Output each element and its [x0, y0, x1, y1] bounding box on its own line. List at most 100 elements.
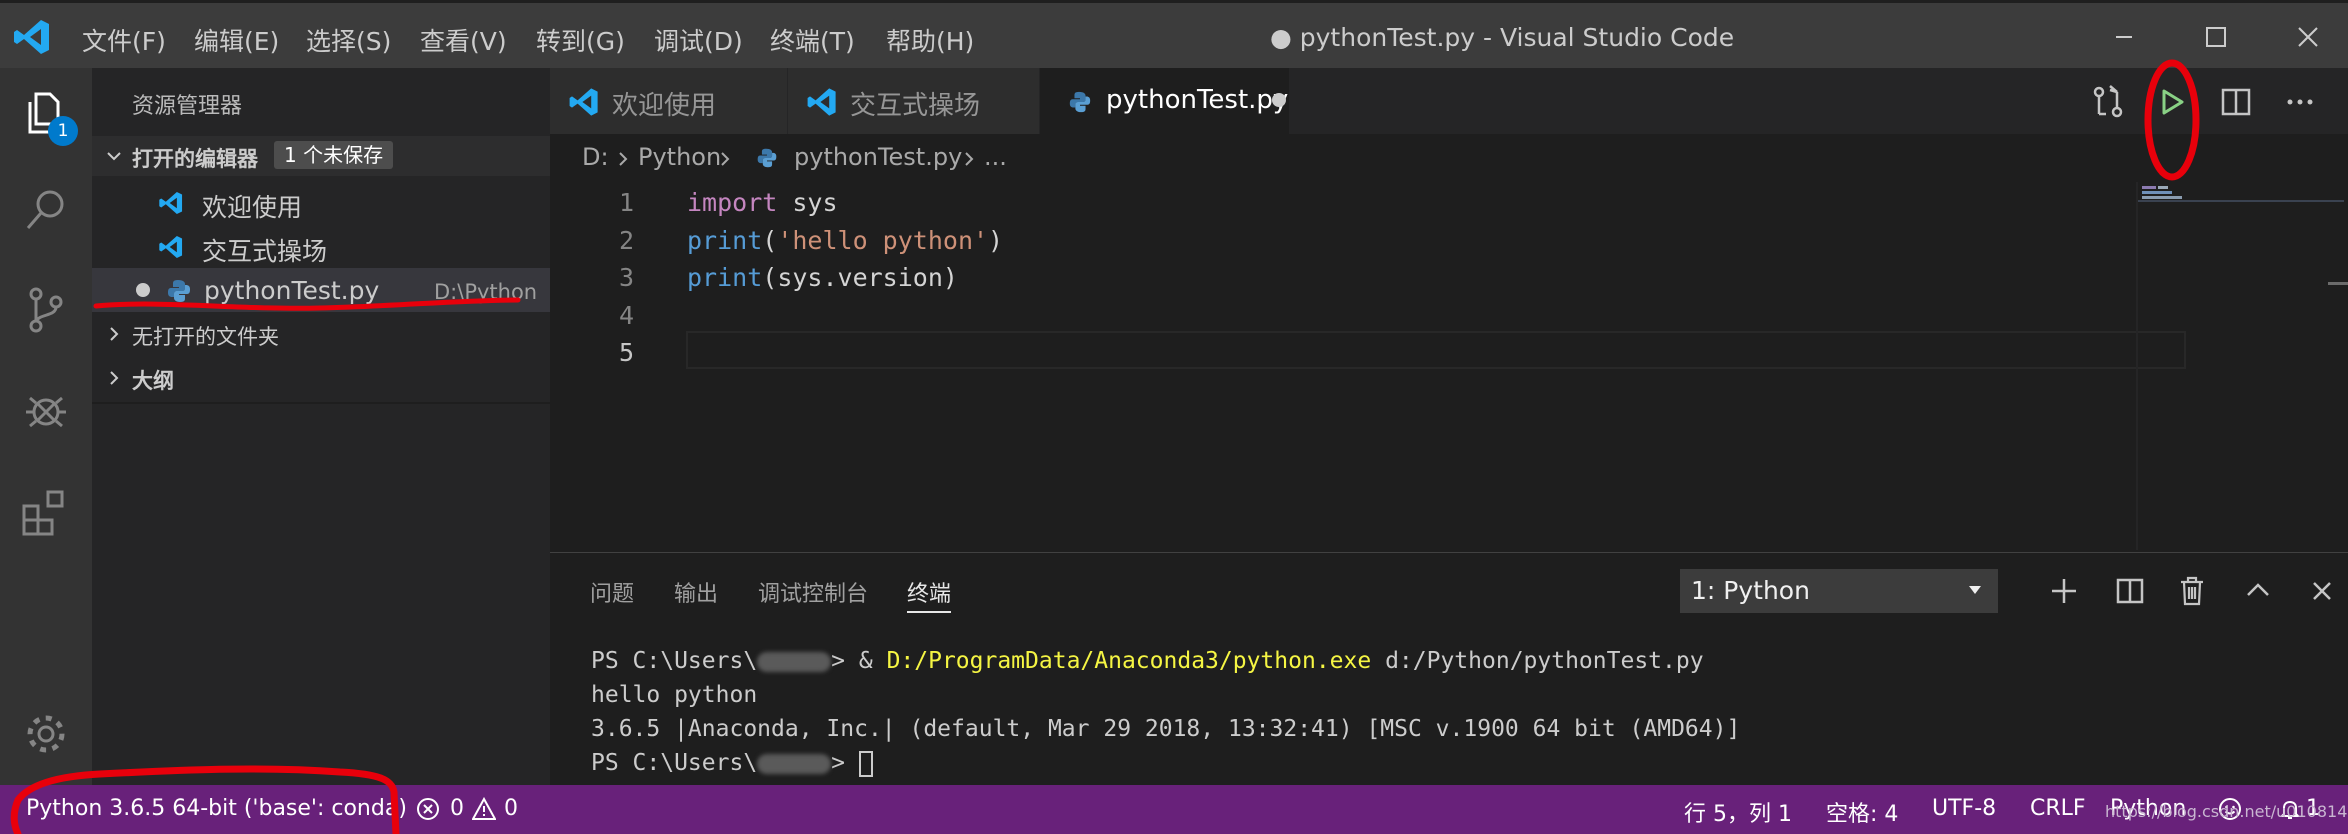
file-name: 交互式操场 — [202, 237, 328, 266]
split-terminal-icon[interactable] — [2110, 571, 2150, 611]
tab-playground[interactable]: 交互式操场 — [788, 68, 1040, 134]
terminal-text: > & — [831, 648, 887, 674]
error-count[interactable]: 0 — [450, 796, 464, 821]
extensions-icon[interactable] — [20, 486, 72, 538]
tab-pythontest[interactable]: pythonTest.py — [1040, 68, 1290, 134]
breadcrumb-folder[interactable]: Python — [638, 143, 721, 171]
open-editors-label: 打开的编辑器 — [132, 147, 258, 171]
terminal-text: PS C:\Users\ — [591, 750, 758, 776]
terminal-text: d:/Python/pythonTest.py — [1371, 648, 1704, 674]
breadcrumb-drive[interactable]: D: — [582, 143, 609, 171]
new-terminal-icon[interactable] — [2044, 571, 2084, 611]
tab-problems[interactable]: 问题 — [590, 576, 634, 608]
run-python-icon[interactable] — [2154, 84, 2190, 120]
title-bar: 文件(F) 编辑(E) 选择(S) 查看(V) 转到(G) 调试(D) 终端(T… — [0, 0, 2348, 68]
menu-file[interactable]: 文件(F) — [82, 22, 166, 58]
open-changes-icon[interactable] — [2090, 84, 2126, 120]
vscode-icon — [159, 191, 183, 215]
debug-icon[interactable] — [20, 384, 72, 436]
explorer-badge: 1 — [48, 116, 78, 146]
python-icon — [757, 148, 777, 168]
dirty-indicator[interactable] — [1272, 93, 1286, 107]
vscode-icon — [807, 88, 836, 116]
terminal-select[interactable]: 1: Python — [1680, 569, 1998, 613]
line-number: 4 — [618, 300, 634, 330]
open-editor-pythontest[interactable]: pythonTest.py D:\Python — [92, 268, 550, 312]
menu-debug[interactable]: 调试(D) — [654, 22, 743, 58]
file-path: D:\Python — [434, 280, 538, 304]
indentation[interactable]: 空格: 4 — [1826, 796, 1898, 828]
error-icon[interactable] — [416, 797, 440, 821]
open-editors-header[interactable]: 打开的编辑器 1 个未保存 — [92, 136, 550, 176]
code-editor[interactable]: 1 import sys 2 print('hello python') 3 print(… — [550, 182, 2348, 550]
terminal-text: > — [831, 750, 859, 776]
code-line[interactable]: import sys — [687, 188, 838, 217]
file-name: pythonTest.py — [204, 276, 380, 305]
chevron-right-icon — [110, 327, 119, 341]
window-title: ● pythonTest.py - Visual Studio Code — [1270, 23, 1735, 52]
active-tab-indicator — [907, 611, 951, 613]
menu-go[interactable]: 转到(G) — [536, 22, 625, 58]
watermark-url: https://blog.csdn.net/u010814101 — [2105, 802, 2348, 821]
code-line[interactable]: print(sys.version) — [687, 263, 958, 292]
search-icon[interactable] — [20, 184, 72, 236]
line-number: 3 — [618, 263, 634, 292]
sidebar-title: 资源管理器 — [132, 94, 243, 119]
open-editor-playground[interactable]: 交互式操场 — [92, 224, 550, 268]
encoding[interactable]: UTF-8 — [1932, 796, 1996, 821]
terminal-line: PS C:\Users\ > — [591, 750, 873, 777]
menu-terminal[interactable]: 终端(T) — [770, 22, 855, 58]
line-endings[interactable]: CRLF — [2030, 796, 2086, 821]
breadcrumb-symbol[interactable]: ... — [984, 143, 1007, 171]
vscode-icon — [569, 88, 598, 116]
tab-label: 欢迎使用 — [612, 91, 717, 121]
source-control-icon[interactable] — [20, 284, 72, 336]
dirty-indicator — [136, 283, 150, 297]
code-line[interactable]: print('hello python') — [687, 226, 1003, 255]
menu-edit[interactable]: 编辑(E) — [194, 22, 279, 58]
code-token: ) — [988, 225, 1004, 255]
python-interpreter[interactable]: Python 3.6.5 64-bit ('base': conda) — [26, 796, 407, 821]
breadcrumb: D: Python pythonTest.py ... — [550, 134, 2348, 182]
vscode-icon — [159, 235, 183, 259]
kill-terminal-icon[interactable] — [2172, 571, 2212, 611]
maximize-icon[interactable] — [2186, 17, 2246, 57]
minimize-icon[interactable] — [2094, 17, 2154, 57]
split-editor-icon[interactable] — [2218, 84, 2254, 120]
close-icon[interactable] — [2278, 17, 2338, 57]
menu-selection[interactable]: 选择(S) — [306, 22, 391, 58]
gear-icon[interactable] — [20, 708, 72, 760]
minimap[interactable] — [2136, 182, 2348, 550]
terminal-line: PS C:\Users\ > & D:/ProgramData/Anaconda3… — [591, 648, 1704, 674]
warning-icon[interactable] — [472, 797, 496, 821]
open-editor-welcome[interactable]: 欢迎使用 — [92, 180, 550, 224]
maximize-panel-icon[interactable] — [2238, 571, 2278, 611]
menu-help[interactable]: 帮助(H) — [886, 22, 974, 58]
close-panel-icon[interactable] — [2302, 571, 2342, 611]
file-name: 欢迎使用 — [202, 193, 303, 222]
code-token: print — [687, 263, 763, 292]
menu-view[interactable]: 查看(V) — [420, 22, 507, 58]
terminal-text: PS C:\Users\ — [591, 648, 758, 674]
breadcrumb-file[interactable]: pythonTest.py — [794, 143, 962, 171]
chevron-right-icon — [721, 152, 730, 166]
warning-count[interactable]: 0 — [504, 796, 518, 821]
status-bar: Python 3.6.5 64-bit ('base': conda) 0 0 … — [0, 785, 2348, 834]
no-folder-header[interactable]: 无打开的文件夹 — [92, 314, 550, 354]
line-number: 2 — [618, 225, 634, 255]
tab-debug-console[interactable]: 调试控制台 — [758, 576, 868, 608]
code-token: ( — [762, 225, 778, 255]
terminal-select-value: 1: Python — [1691, 576, 1810, 605]
caret-down-icon — [1969, 586, 1981, 594]
tab-terminal[interactable]: 终端 — [907, 576, 951, 608]
tab-welcome[interactable]: 欢迎使用 — [550, 68, 788, 134]
cursor-position[interactable]: 行 5，列 1 — [1684, 796, 1792, 828]
outline-header[interactable]: 大纲 — [92, 358, 550, 398]
more-actions-icon[interactable] — [2282, 84, 2318, 120]
terminal-line: hello python — [591, 682, 758, 708]
terminal-cursor — [858, 750, 873, 777]
tab-output[interactable]: 输出 — [674, 576, 718, 608]
activity-bar: 1 — [0, 68, 92, 785]
vscode-logo-icon — [14, 20, 49, 54]
line-number: 5 — [618, 338, 634, 367]
